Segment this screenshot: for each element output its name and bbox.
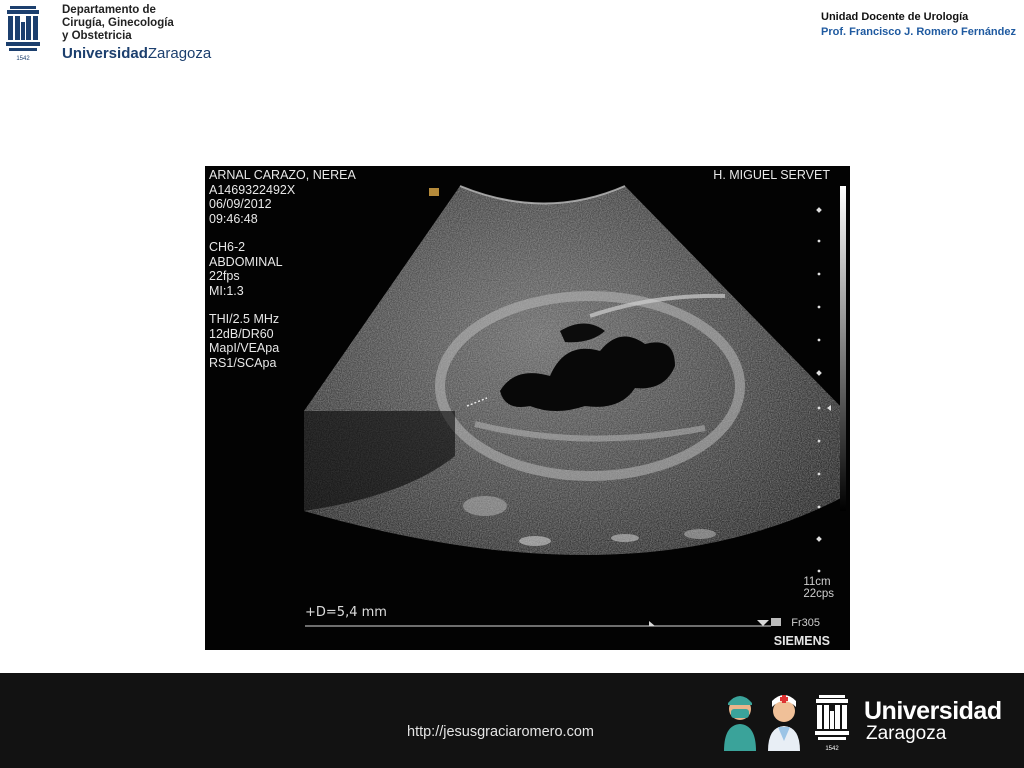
doctor-nurse-icon: 1542 bbox=[724, 695, 849, 752]
cps: 22cps bbox=[803, 588, 834, 600]
dept-line-2: Cirugía, Ginecología bbox=[62, 17, 174, 29]
frame-rate: 22fps bbox=[209, 269, 240, 283]
footer-uni-bold: Universidad bbox=[864, 697, 1002, 725]
website-url[interactable]: http://jesusgraciaromero.com bbox=[407, 724, 594, 740]
gain-dynamic-range: 12dB/DR60 bbox=[209, 326, 274, 341]
course-info: Unidad Docente de Urología Prof. Francis… bbox=[821, 10, 1016, 40]
professor-name: Prof. Francisco J. Romero Fernández bbox=[821, 26, 1016, 38]
exam-time: 09:46:48 bbox=[209, 211, 258, 226]
university-wordmark: UniversidadZaragoza bbox=[62, 45, 211, 62]
frame-number: Fr305 bbox=[791, 617, 820, 629]
uni-city: Zaragoza bbox=[147, 45, 212, 62]
mechanical-index: MI:1.3 bbox=[209, 283, 244, 298]
department-name: Departamento de Cirugía, Ginecología y O… bbox=[62, 4, 174, 43]
depth: 11cm bbox=[803, 576, 831, 588]
uni-bold: Universidad bbox=[62, 45, 148, 62]
patient-name: ARNAL CARAZO, NEREA bbox=[209, 168, 356, 182]
patient-id: A1469322492X bbox=[209, 182, 296, 197]
thi-frequency: THI/2.5 MHz bbox=[209, 312, 280, 326]
map-setting: MapI/VEApa bbox=[209, 341, 280, 355]
svg-text:1542: 1542 bbox=[825, 746, 839, 752]
university-crest-logo: 1542 bbox=[4, 4, 42, 62]
ultrasound-image: ARNAL CARAZO, NEREA A1469322492X 06/09/2… bbox=[205, 166, 850, 650]
depth-info: 11cm 22cps bbox=[803, 576, 834, 600]
dept-line-3: y Obstetricia bbox=[62, 30, 132, 42]
teaching-unit: Unidad Docente de Urología bbox=[821, 11, 969, 23]
hospital-name: H. MIGUEL SERVET bbox=[713, 168, 830, 182]
preset: ABDOMINAL bbox=[209, 254, 283, 269]
caliper-measurement: +D=5,4 mm bbox=[305, 605, 387, 620]
acquisition-info: ARNAL CARAZO, NEREA A1469322492X 06/09/2… bbox=[209, 168, 356, 370]
probe: CH6-2 bbox=[209, 240, 246, 254]
rs-setting: RS1/SCApa bbox=[209, 355, 277, 370]
manufacturer-brand: SIEMENS bbox=[773, 634, 830, 648]
footer-uni-city: Zaragoza bbox=[866, 723, 947, 744]
dept-line-1: Departamento de bbox=[62, 4, 156, 16]
svg-text:1542: 1542 bbox=[16, 56, 30, 62]
exam-date: 06/09/2012 bbox=[209, 197, 272, 211]
footer-bar: http://jesusgraciaromero.com 1542 Univer… bbox=[0, 673, 1024, 768]
